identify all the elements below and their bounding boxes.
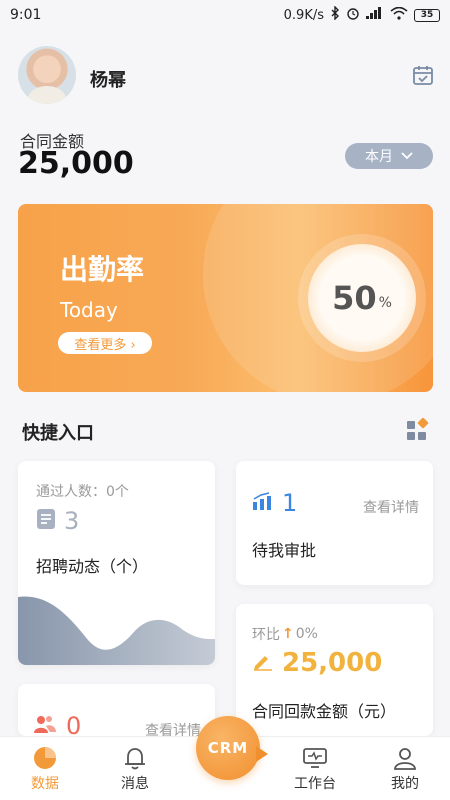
chevron-down-icon	[401, 148, 413, 164]
crm-button[interactable]: CRM	[196, 716, 268, 780]
approval-row: 1	[252, 489, 297, 517]
recruit-label: 招聘动态（个）	[36, 557, 149, 576]
arrow-up-icon: ↑	[282, 626, 294, 642]
recruit-count: 3	[64, 507, 80, 535]
recruit-card[interactable]: 通过人数：0个 3 招聘动态（个）	[18, 461, 215, 665]
payment-value: 25,000	[282, 648, 383, 678]
nav-item-label: 我的	[391, 776, 419, 792]
status-bar: 9:01 0.9K/s 35	[0, 0, 450, 30]
customer-detail-link[interactable]: 查看详情	[145, 720, 201, 736]
bar-chart-icon	[252, 492, 272, 514]
approval-count: 1	[282, 489, 298, 517]
attendance-rate-unit: %	[378, 295, 392, 311]
nav-item-data[interactable]: 数据	[10, 745, 80, 793]
payment-label: 合同回款金额（元）	[252, 702, 397, 721]
customer-row: 0	[34, 712, 81, 736]
payment-row: 25,000	[252, 648, 382, 678]
attendance-title: 出勤率	[60, 253, 145, 286]
nav-item-mine[interactable]: 我的	[370, 745, 440, 793]
nav-item-messages[interactable]: 消息	[100, 745, 170, 793]
recruit-wave-chart	[18, 596, 215, 665]
document-icon	[36, 508, 56, 534]
network-speed: 0.9K/s	[283, 7, 324, 23]
alarm-icon	[346, 6, 360, 24]
attendance-rate-circle: 50 %	[308, 244, 416, 352]
attendance-rate-value: 50	[332, 279, 377, 317]
nav-item-label: 工作台	[294, 776, 336, 792]
user-name: 杨幂	[90, 70, 126, 91]
attendance-card[interactable]: 出勤率 Today 查看更多 › 50 %	[18, 204, 433, 392]
person-icon	[370, 745, 440, 771]
customer-card[interactable]: 0 查看详情	[18, 684, 215, 736]
quick-entry-title: 快捷入口	[22, 423, 94, 444]
attendance-subtitle: Today	[60, 298, 118, 322]
calendar-check-icon[interactable]	[412, 64, 434, 86]
payment-compare-value: 0%	[295, 626, 318, 642]
view-more-button[interactable]: 查看更多 ›	[58, 332, 152, 354]
payment-compare-label: 环比	[252, 627, 280, 643]
grid-icon[interactable]	[406, 417, 430, 442]
nav-item-label: 消息	[121, 776, 149, 792]
avatar[interactable]	[18, 46, 76, 104]
recruit-row: 3	[36, 507, 79, 535]
status-time: 9:01	[10, 7, 42, 23]
payment-compare: 环比 ↑ 0%	[252, 624, 318, 644]
approval-label: 待我审批	[252, 541, 317, 560]
period-select[interactable]: 本月	[345, 143, 433, 169]
user-header: 杨幂	[18, 46, 434, 108]
status-icons: 0.9K/s 35	[283, 5, 440, 24]
payment-card[interactable]: 环比 ↑ 0% 25,000 合同回款金额（元）	[236, 604, 433, 736]
signal-icon	[366, 7, 384, 23]
nav-item-workbench[interactable]: 工作台	[280, 745, 350, 793]
period-select-label: 本月	[365, 149, 393, 165]
monitor-icon	[280, 745, 350, 771]
bluetooth-icon	[330, 5, 340, 24]
contract-amount-value: 25,000	[18, 146, 134, 181]
pie-chart-icon	[10, 745, 80, 771]
wifi-icon	[390, 6, 408, 24]
nav-item-label: 数据	[31, 776, 59, 792]
battery-icon: 35	[414, 8, 440, 22]
pen-icon	[252, 651, 274, 675]
recruit-passed-count: 通过人数：0个	[36, 484, 129, 500]
customer-count: 0	[66, 712, 82, 736]
bell-icon	[100, 745, 170, 771]
approval-card[interactable]: 1 查看详情 待我审批	[236, 461, 433, 585]
users-icon	[34, 714, 56, 736]
approval-detail-link[interactable]: 查看详情	[363, 497, 419, 517]
